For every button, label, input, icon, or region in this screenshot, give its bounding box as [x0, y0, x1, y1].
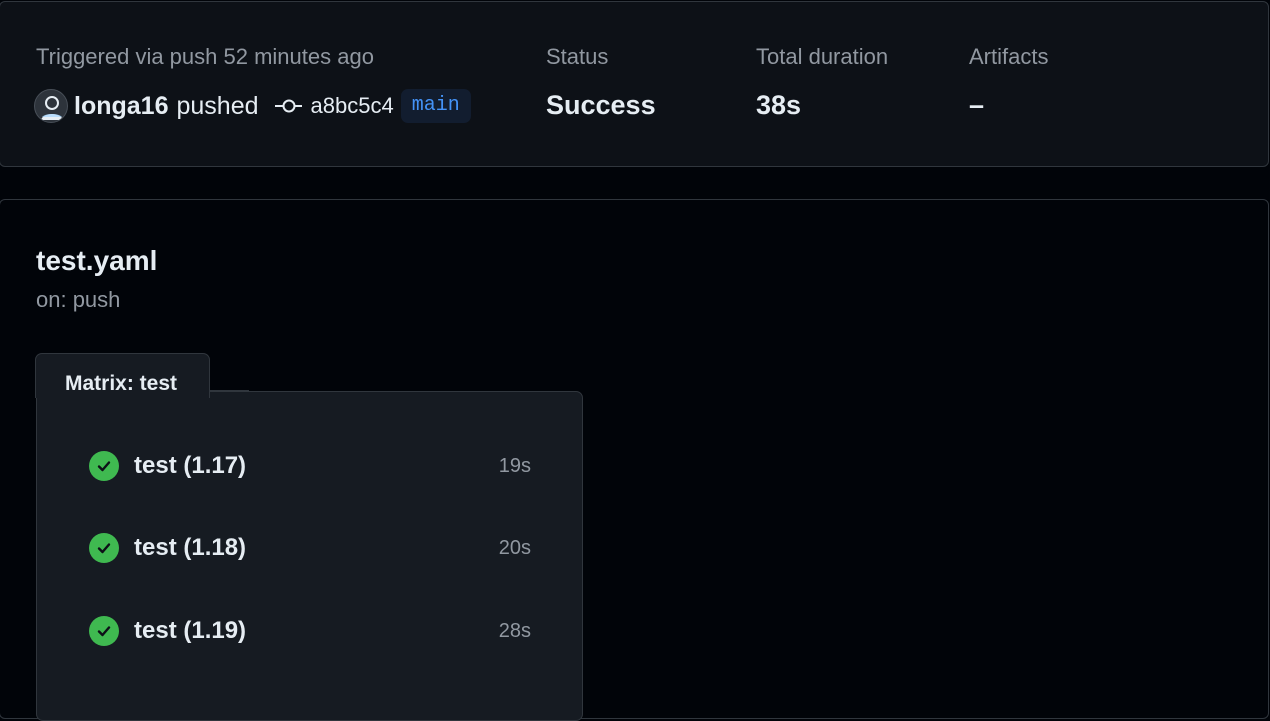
job-item[interactable]: test (1.19) 28s [89, 615, 531, 647]
job-duration: 19s [498, 454, 531, 477]
trigger-info: Triggered via push 52 minutes ago [36, 44, 374, 70]
success-check-icon [89, 616, 119, 646]
status-value: Success [546, 90, 656, 120]
trigger-text: Triggered via push 52 minutes ago [36, 44, 374, 69]
actor-link[interactable]: longa16 [74, 92, 168, 121]
artifacts-value: – [969, 90, 985, 120]
job-name: test (1.19) [134, 617, 247, 644]
commit-sha-link[interactable]: a8bc5c4 [311, 93, 394, 119]
job-duration: 20s [498, 536, 531, 559]
success-check-icon [89, 451, 119, 481]
status-stat: Status Success [546, 44, 656, 121]
job-item[interactable]: test (1.17) 19s [89, 450, 531, 482]
branch-badge[interactable]: main [400, 89, 471, 123]
git-commit-icon [274, 98, 303, 114]
push-details: longa16 pushed a8bc5c4 main [34, 89, 471, 123]
job-name: test (1.18) [134, 534, 247, 561]
artifacts-stat: Artifacts – [969, 44, 1048, 121]
duration-label: Total duration [756, 44, 889, 69]
action-text: pushed [176, 91, 259, 120]
workflow-trigger: on: push [36, 287, 121, 312]
matrix-tab-divider [209, 390, 249, 392]
workflow-file-name[interactable]: test.yaml [36, 245, 157, 277]
job-name: test (1.17) [134, 452, 247, 479]
user-avatar-icon[interactable] [34, 89, 68, 123]
artifacts-label: Artifacts [969, 44, 1049, 69]
status-label: Status [546, 44, 609, 69]
duration-stat: Total duration 38s [756, 44, 888, 121]
success-check-icon [89, 533, 119, 563]
matrix-tab-joiner [36, 390, 209, 393]
job-duration: 28s [498, 619, 531, 642]
duration-value: 38s [756, 90, 802, 120]
job-item[interactable]: test (1.18) 20s [89, 532, 531, 564]
